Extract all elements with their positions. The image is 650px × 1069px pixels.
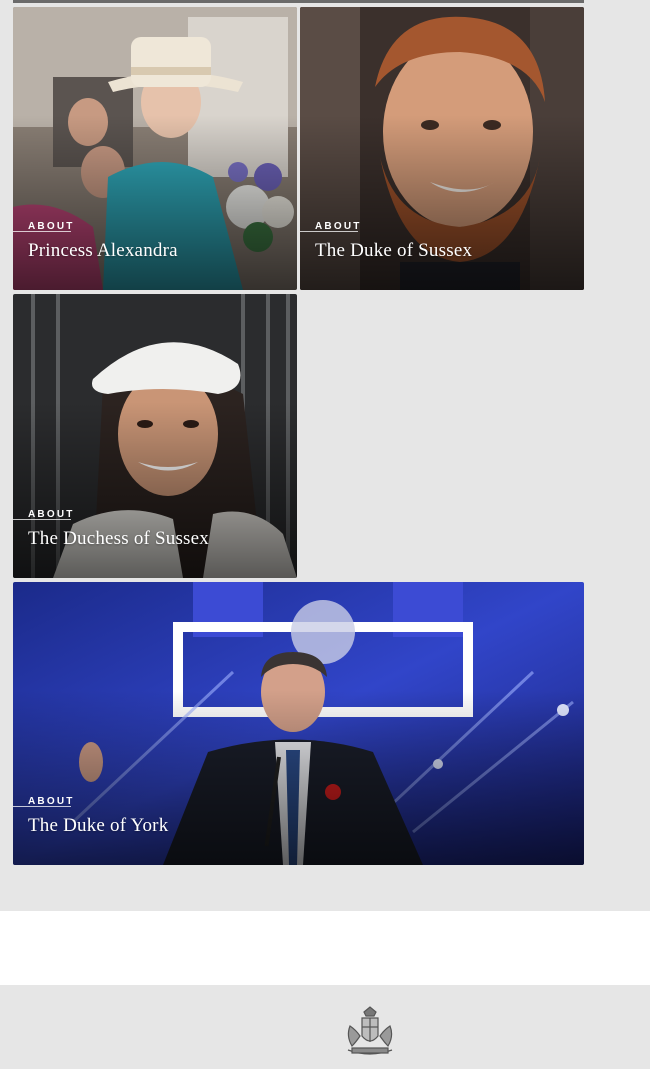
card-title: Princess Alexandra [28, 240, 178, 261]
card-gradient [13, 401, 297, 578]
card-duke-of-sussex[interactable]: ABOUT The Duke of Sussex [300, 7, 584, 290]
footer [0, 985, 650, 1069]
card-title: The Duchess of Sussex [28, 528, 209, 549]
card-gradient [13, 689, 584, 865]
card-title: The Duke of Sussex [315, 240, 473, 261]
card-gradient [300, 114, 584, 290]
card-duchess-of-sussex[interactable]: ABOUT The Duchess of Sussex [13, 294, 297, 578]
card-label: ABOUT [28, 796, 75, 807]
previous-card-edge [13, 0, 584, 3]
card-princess-alexandra[interactable]: ABOUT Princess Alexandra [13, 7, 297, 290]
content-divider-band [0, 911, 650, 985]
card-label: ABOUT [28, 509, 75, 520]
royal-coat-of-arms-icon [347, 1006, 393, 1055]
card-label: ABOUT [28, 221, 75, 232]
card-title: The Duke of York [28, 815, 169, 836]
card-duke-of-york[interactable]: ABOUT The Duke of York [13, 582, 584, 865]
card-label: ABOUT [315, 221, 362, 232]
card-gradient [13, 114, 297, 290]
